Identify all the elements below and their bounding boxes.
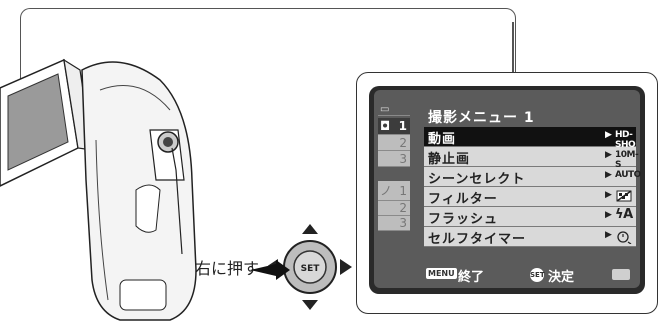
- set-key-icon: SET: [530, 268, 545, 282]
- press-arrow-icon: [250, 260, 290, 280]
- tab-settings-3[interactable]: 3: [378, 216, 410, 231]
- end-label: 終了: [458, 270, 485, 285]
- arrow-right-icon: ▶: [605, 170, 612, 180]
- arrow-right-icon: ▶: [605, 210, 612, 220]
- battery-icon: [612, 269, 630, 280]
- arrow-right-icon: ▶: [605, 130, 612, 140]
- arrow-down-icon: [302, 300, 318, 310]
- tab-shooting-3[interactable]: 3: [378, 151, 410, 167]
- tab-settings-2[interactable]: 2: [378, 201, 410, 216]
- menu-item-self-timer[interactable]: セルフタイマー ▶: [424, 227, 636, 247]
- arrow-right-icon: [340, 259, 352, 275]
- menu-item-flash[interactable]: フラッシュ ▶ ϟA: [424, 207, 636, 227]
- set-button-label: SET: [301, 264, 321, 274]
- menu-item-label: セルフタイマー: [428, 232, 527, 247]
- menu-item-label: 動画: [428, 132, 457, 147]
- menu-item-movie[interactable]: 動画 ▶ HD-SHQ: [424, 127, 636, 150]
- tab-settings-1[interactable]: ノ 1: [378, 181, 410, 201]
- filter-off-icon: [616, 190, 632, 202]
- menu-footer: MENU 終了 SET 決定: [424, 266, 636, 285]
- menu-tabs: ▭ ◘ 1 2 3 ノ 1 2 3: [378, 104, 410, 258]
- ok-label: 決定: [548, 270, 575, 285]
- camcorder-illustration: [0, 58, 197, 321]
- tab-shooting-1[interactable]: ◘ 1: [378, 118, 410, 135]
- arrow-right-icon: ▶: [605, 230, 612, 240]
- tab-gap: [378, 167, 410, 181]
- menu-item-still[interactable]: 静止画 ▶ 10M-S: [424, 147, 639, 170]
- self-timer-icon: [617, 231, 632, 244]
- tab-shooting-2[interactable]: 2: [378, 135, 410, 151]
- menu-item-value: AUTO: [615, 170, 641, 180]
- arrow-up-icon: [302, 224, 318, 234]
- tab-header-icon: ▭: [378, 104, 410, 116]
- menu-item-scene-select[interactable]: シーンセレクト ▶ AUTO: [424, 167, 641, 187]
- menu-key-icon: MENU: [426, 268, 457, 279]
- menu-item-label: 静止画: [428, 152, 471, 167]
- arrow-right-icon: ▶: [605, 150, 612, 160]
- photo-camera-icon: ◘: [380, 119, 391, 133]
- menu-item-value: ϟA: [615, 207, 633, 222]
- menu-title: 撮影メニュー 1: [428, 110, 535, 126]
- menu-item-filter[interactable]: フィルター ▶: [424, 187, 636, 207]
- wrench-icon: ノ: [380, 184, 393, 198]
- arrow-right-icon: ▶: [605, 190, 612, 200]
- menu-item-label: フィルター: [428, 192, 498, 207]
- menu-item-label: シーンセレクト: [428, 172, 526, 187]
- menu-item-label: フラッシュ: [428, 212, 499, 227]
